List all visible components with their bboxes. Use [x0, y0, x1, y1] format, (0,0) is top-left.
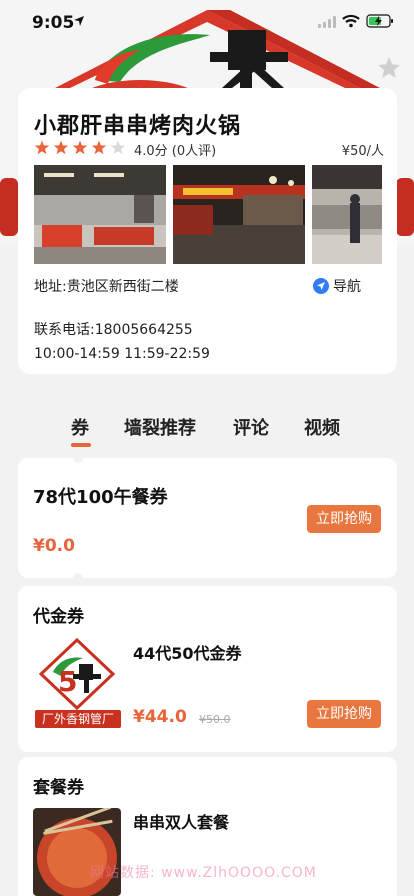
svg-text:5: 5	[58, 665, 77, 698]
rating-score: 4.0分 (0人评)	[134, 144, 217, 159]
star-filled-icon	[53, 140, 69, 155]
active-tab-indicator	[71, 443, 91, 447]
package-name: 串串双人套餐	[133, 813, 230, 832]
star-filled-icon	[91, 140, 107, 155]
voucher-original-price: ¥50.0	[199, 713, 231, 726]
shop-info-card: 小郡肝串串烤肉火锅 4.0分 (0人评) ¥50/人 地址:贵池区新西街二楼 导…	[18, 88, 397, 374]
voucher-price: ¥44.0	[133, 707, 187, 727]
battery-icon	[366, 14, 393, 28]
rating-row: 4.0分 (0人评) ¥50/人	[34, 140, 384, 159]
shop-photo[interactable]	[34, 165, 166, 264]
content-tabs: 券 墙裂推荐 评论 视频	[0, 410, 414, 450]
logo-caption: 厂外香钢管厂	[35, 710, 121, 728]
rating-stars	[34, 140, 126, 155]
location-arrow-icon	[74, 16, 84, 26]
shop-name: 小郡肝串串烤肉火锅	[34, 114, 242, 139]
status-bar: 9:05	[0, 0, 414, 44]
navigate-button[interactable]: 导航	[333, 276, 361, 296]
shop-photo[interactable]	[312, 165, 382, 264]
watermark: 网站数据: www.ZlhOOOO.COM	[90, 865, 317, 881]
tab-recommend[interactable]: 墙裂推荐	[124, 414, 196, 440]
shop-phone[interactable]: 联系电话:18005664255	[34, 319, 193, 339]
status-time: 9:05	[32, 13, 75, 33]
package-thumbnail[interactable]	[33, 808, 121, 896]
ticket-notch	[73, 573, 83, 583]
voucher-name: 44代50代金券	[133, 644, 242, 663]
coupon-price: ¥0.0	[33, 536, 75, 556]
shop-photo-gallery[interactable]	[34, 165, 382, 264]
price-per-person: ¥50/人	[341, 144, 384, 159]
package-section-title: 套餐券	[33, 778, 84, 798]
signal-icon	[318, 16, 336, 28]
coupon-title: 78代100午餐券	[33, 487, 168, 508]
shop-hours: 10:00-14:59 11:59-22:59	[34, 346, 210, 362]
tab-reviews[interactable]: 评论	[233, 414, 269, 440]
shop-address: 地址:贵池区新西街二楼	[34, 279, 179, 295]
star-empty-icon	[110, 140, 126, 155]
lunch-coupon-card[interactable]: 78代100午餐券 ¥0.0 立即抢购	[18, 453, 397, 583]
navigate-icon[interactable]	[313, 278, 329, 294]
star-filled-icon	[72, 140, 88, 155]
buy-now-button[interactable]: 立即抢购	[307, 700, 381, 728]
buy-now-button[interactable]: 立即抢购	[307, 505, 381, 533]
wifi-icon	[342, 14, 360, 28]
tab-videos[interactable]: 视频	[304, 414, 340, 440]
star-filled-icon	[34, 140, 50, 155]
tab-coupons[interactable]: 券	[71, 414, 89, 440]
ticket-notch	[73, 453, 83, 463]
shop-photo[interactable]	[173, 165, 305, 264]
favorite-star-icon[interactable]	[376, 55, 402, 81]
voucher-section-card: 代金券 5 厂外香钢管厂 44代50代金券 ¥44.0 ¥50.0 立即抢购	[18, 586, 397, 752]
voucher-section-title: 代金券	[33, 607, 84, 627]
